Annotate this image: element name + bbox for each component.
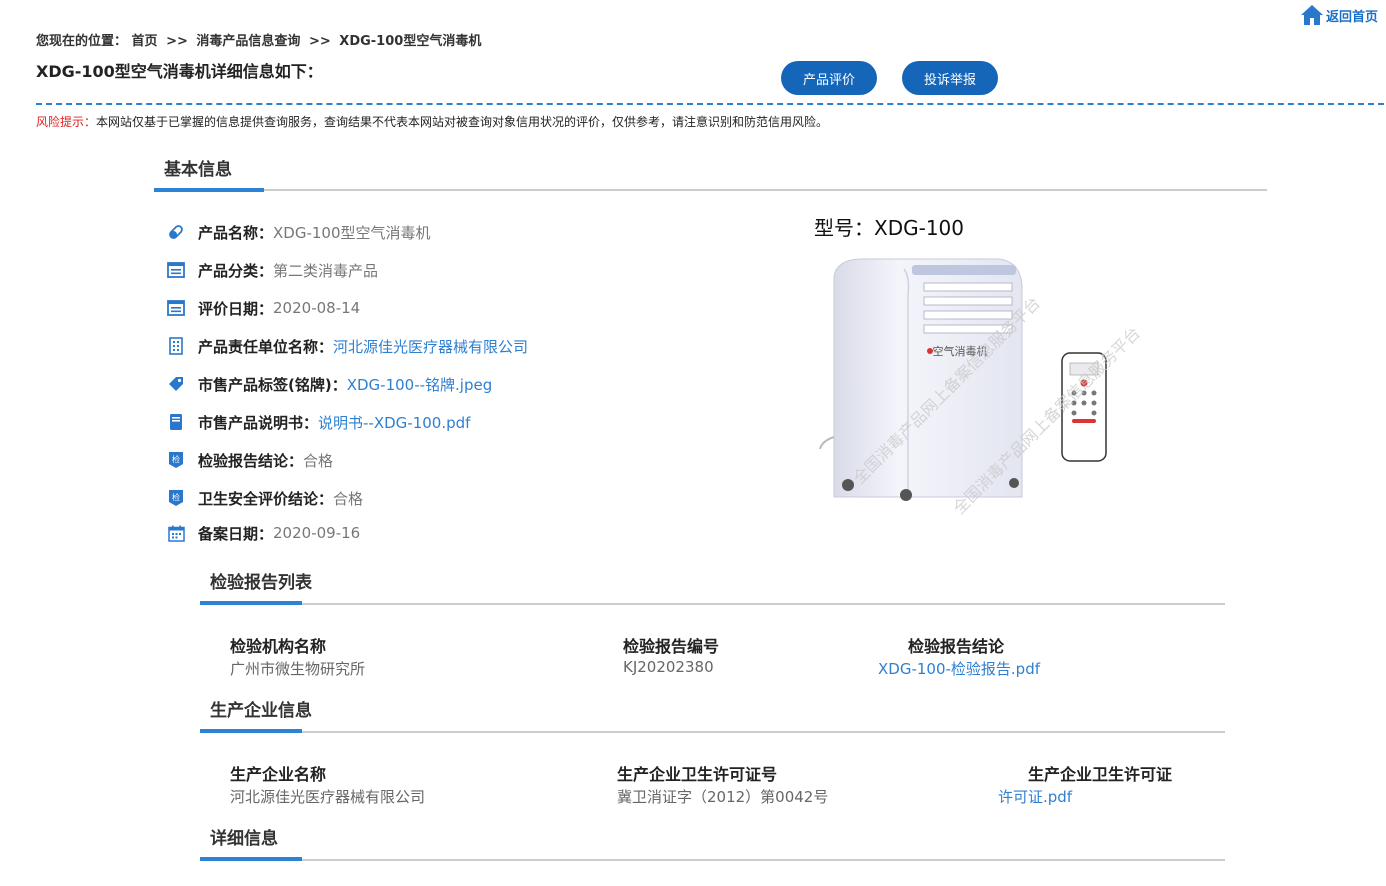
section-accent-bar: [200, 601, 302, 605]
section-title-basic-info: 基本信息: [164, 160, 232, 180]
home-icon: [1300, 5, 1323, 25]
manufacturer-header-license-number: 生产企业卫生许可证号: [617, 765, 778, 784]
info-key: 产品责任单位名称：: [198, 337, 334, 356]
info-value: 合格: [303, 451, 334, 470]
info-key: 检验报告结论：: [198, 451, 304, 470]
section-title-manufacturer: 生产企业信息: [210, 701, 312, 721]
breadcrumb-item-current: XDG-100型空气消毒机: [339, 34, 482, 49]
section-title-inspection: 检验报告列表: [210, 573, 312, 593]
breadcrumb-prefix: 您现在的位置：: [36, 34, 128, 49]
section-accent-bar: [200, 729, 302, 733]
info-value: 2020-09-16: [273, 524, 361, 542]
section-rule: [200, 859, 1225, 861]
breadcrumb: 您现在的位置： 首页 >> 消毒产品信息查询 >> XDG-100型空气消毒机: [36, 30, 481, 49]
info-row-manual: 市售产品说明书： 说明书--XDG-100.pdf: [166, 412, 470, 432]
section-rule: [154, 189, 1267, 191]
tag-pill-icon: [166, 222, 186, 242]
info-value: 合格: [333, 489, 364, 508]
section-accent-bar: [154, 188, 264, 192]
responsible-unit-link[interactable]: 河北源佳光医疗器械有限公司: [333, 336, 528, 357]
page-title: XDG-100型空气消毒机详细信息如下：: [36, 62, 323, 81]
complaint-report-button[interactable]: 投诉举报: [902, 61, 998, 95]
inspection-number-value: KJ20202380: [623, 658, 714, 676]
info-row-product-category: 产品分类： 第二类消毒产品: [166, 260, 378, 280]
calendar-icon: [166, 523, 186, 543]
manufacturer-header-name: 生产企业名称: [230, 765, 327, 784]
document-list-icon: [166, 298, 186, 318]
nameplate-file-link[interactable]: XDG-100--铭牌.jpeg: [347, 374, 493, 395]
section-title-detail: 详细信息: [210, 829, 278, 849]
manufacturer-license-number-value: 冀卫消证字（2012）第0042号: [617, 788, 829, 806]
building-icon: [166, 336, 186, 356]
svg-text:检: 检: [172, 454, 180, 464]
model-caption: 型号：XDG-100: [814, 216, 964, 240]
breadcrumb-separator: >>: [166, 34, 188, 49]
manufacturer-license-file-link[interactable]: 许可证.pdf: [998, 786, 1072, 807]
book-icon: [166, 412, 186, 432]
section-accent-bar: [200, 857, 302, 861]
section-rule: [200, 731, 1225, 733]
risk-notice-label: 风险提示：: [36, 115, 97, 129]
breadcrumb-separator: >>: [308, 34, 331, 49]
info-row-inspection-conclusion: 检 检验报告结论： 合格: [166, 450, 333, 470]
risk-notice-text: 本网站仅基于已掌握的信息提供查询服务，查询结果不代表本网站对被查询对象信用状况的…: [96, 115, 829, 129]
breadcrumb-item-query[interactable]: 消毒产品信息查询: [196, 34, 300, 49]
inspection-agency-value: 广州市微生物研究所: [230, 660, 366, 678]
info-row-filing-date: 备案日期： 2020-09-16: [166, 523, 360, 543]
home-link[interactable]: 返回首页: [1300, 4, 1378, 26]
info-value: 第二类消毒产品: [273, 261, 379, 280]
document-list-icon: [166, 260, 186, 280]
inspection-header-agency: 检验机构名称: [230, 637, 327, 656]
svg-text:检: 检: [172, 492, 180, 502]
info-key: 市售产品标签(铭牌)：: [198, 375, 347, 394]
info-row-product-name: 产品名称： XDG-100型空气消毒机: [166, 222, 431, 242]
manufacturer-name-value: 河北源佳光医疗器械有限公司: [230, 788, 426, 806]
manufacturer-header-license: 生产企业卫生许可证: [1028, 765, 1173, 784]
info-row-evaluation-date: 评价日期： 2020-08-14: [166, 298, 360, 318]
inspection-header-number: 检验报告编号: [623, 637, 720, 656]
label-tag-icon: [166, 374, 186, 394]
info-row-responsible-unit: 产品责任单位名称： 河北源佳光医疗器械有限公司: [166, 336, 528, 356]
risk-notice: 风险提示：本网站仅基于已掌握的信息提供查询服务，查询结果不代表本网站对被查询对象…: [36, 113, 828, 130]
product-evaluate-button[interactable]: 产品评价: [781, 61, 877, 95]
manual-file-link[interactable]: 说明书--XDG-100.pdf: [318, 412, 470, 433]
info-key: 评价日期：: [198, 299, 274, 318]
info-value: XDG-100型空气消毒机: [273, 223, 431, 242]
breadcrumb-item-home[interactable]: 首页: [132, 34, 158, 49]
inspection-report-file-link[interactable]: XDG-100-检验报告.pdf: [878, 658, 1040, 679]
inspection-badge-icon: 检: [166, 488, 186, 508]
info-row-safety-conclusion: 检 卫生安全评价结论： 合格: [166, 488, 363, 508]
info-key: 产品名称：: [198, 223, 274, 242]
inspection-badge-icon: 检: [166, 450, 186, 470]
header-divider: [36, 103, 1384, 105]
info-key: 市售产品说明书：: [198, 413, 319, 432]
home-link-label: 返回首页: [1325, 9, 1378, 25]
info-key: 卫生安全评价结论：: [198, 489, 334, 508]
product-image: 型号：XDG-100 空气消毒机 全国消毒产品网上备案信息服务平台 全国消毒产品…: [800, 205, 1210, 525]
info-value: 2020-08-14: [273, 299, 361, 317]
info-key: 产品分类：: [198, 261, 274, 280]
info-row-nameplate: 市售产品标签(铭牌)： XDG-100--铭牌.jpeg: [166, 374, 492, 394]
info-key: 备案日期：: [198, 524, 274, 543]
inspection-header-conclusion: 检验报告结论: [908, 637, 1005, 656]
section-rule: [200, 603, 1225, 605]
